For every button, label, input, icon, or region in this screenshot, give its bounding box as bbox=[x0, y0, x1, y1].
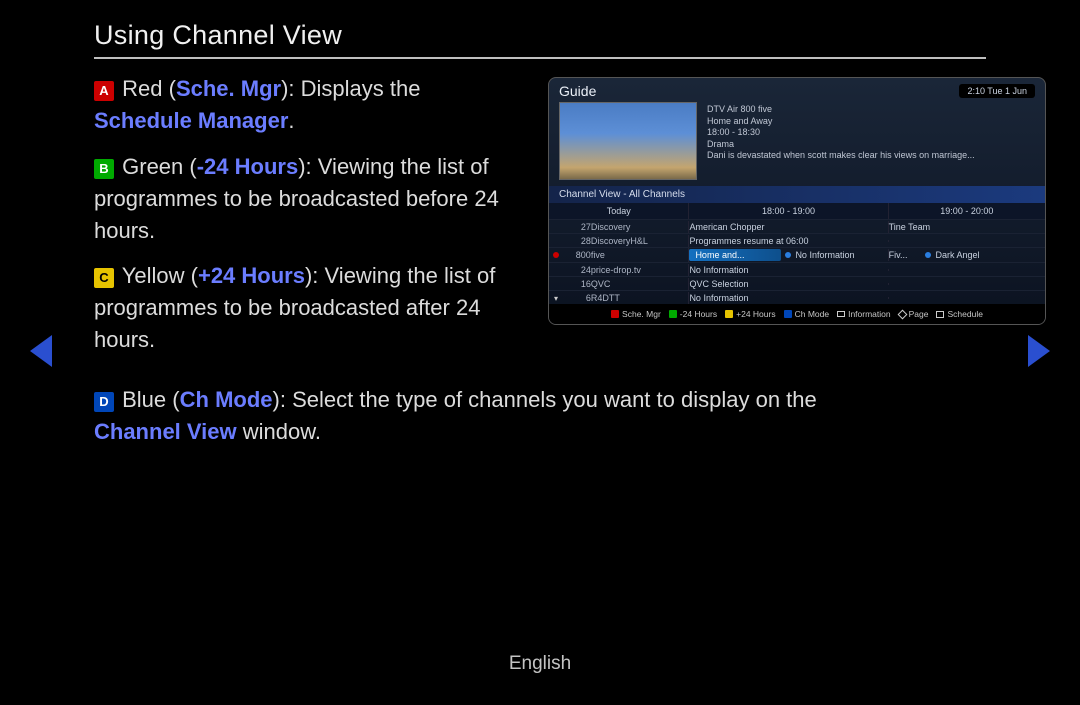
info-time: 18:00 - 18:30 bbox=[707, 127, 975, 137]
link-a: Schedule Manager bbox=[94, 108, 288, 133]
action-d: Ch Mode bbox=[180, 387, 273, 412]
page-title: Using Channel View bbox=[94, 20, 986, 59]
gf-info: Information bbox=[837, 309, 891, 319]
grid-header: Today 18:00 - 19:00 19:00 - 20:00 bbox=[549, 203, 1045, 219]
badge-c: C bbox=[94, 268, 114, 288]
grid-row[interactable]: ▾6R4DTTNo Information bbox=[549, 290, 1045, 304]
item-d: D Blue (Ch Mode): Select the type of cha… bbox=[94, 384, 854, 448]
desc-d1: Select the type of channels you want to … bbox=[292, 387, 817, 412]
color-c: Yellow bbox=[122, 263, 185, 288]
gf-a: Sche. Mgr bbox=[611, 309, 661, 319]
channelview-label: Channel View - All Channels bbox=[549, 186, 1045, 203]
gf-b: -24 Hours bbox=[669, 309, 717, 319]
desc-a1: Displays the bbox=[301, 76, 421, 101]
guide-panel: Guide 2:10 Tue 1 Jun DTV Air 800 five Ho… bbox=[548, 77, 1046, 325]
guide-title: Guide bbox=[559, 83, 596, 99]
programme-info: DTV Air 800 five Home and Away 18:00 - 1… bbox=[707, 102, 975, 180]
nav-prev-icon[interactable] bbox=[30, 335, 52, 367]
item-c: C Yellow (+24 Hours): Viewing the list o… bbox=[94, 260, 524, 356]
desc-d2: window. bbox=[237, 419, 321, 444]
item-b: B Green (-24 Hours): Viewing the list of… bbox=[94, 151, 524, 247]
action-a: Sche. Mgr bbox=[176, 76, 281, 101]
action-b: -24 Hours bbox=[197, 154, 298, 179]
color-d: Blue bbox=[122, 387, 166, 412]
gf-d: Ch Mode bbox=[784, 309, 830, 319]
grid-row[interactable]: 800fiveHome and...No InformationFiv...Da… bbox=[549, 247, 1045, 262]
gf-sched: Schedule bbox=[936, 309, 982, 319]
grid-row[interactable]: 24price-drop.tvNo Information bbox=[549, 262, 1045, 276]
footer-language: English bbox=[0, 653, 1080, 675]
info-genre: Drama bbox=[707, 139, 975, 149]
grid-row[interactable]: 27DiscoveryAmerican ChopperTine Team bbox=[549, 219, 1045, 233]
badge-a: A bbox=[94, 81, 114, 101]
info-prog: Home and Away bbox=[707, 116, 975, 126]
badge-d: D bbox=[94, 392, 114, 412]
desc-a2: . bbox=[288, 108, 294, 133]
head-t2: 19:00 - 20:00 bbox=[888, 203, 1045, 219]
gf-c: +24 Hours bbox=[725, 309, 775, 319]
guide-footer: Sche. Mgr -24 Hours +24 Hours Ch Mode In… bbox=[549, 304, 1045, 324]
nav-next-icon[interactable] bbox=[1028, 335, 1050, 367]
info-synopsis: Dani is devastated when scott makes clea… bbox=[707, 150, 975, 160]
grid-row[interactable]: 28DiscoveryH&LProgrammes resume at 06:00 bbox=[549, 233, 1045, 247]
color-b: Green bbox=[122, 154, 183, 179]
head-day: Today bbox=[549, 203, 688, 219]
grid-row[interactable]: 16QVCQVC Selection bbox=[549, 276, 1045, 290]
item-a: A Red (Sche. Mgr): Displays the Schedule… bbox=[94, 73, 524, 137]
gf-page: Page bbox=[899, 309, 929, 319]
programme-thumbnail bbox=[559, 102, 697, 180]
head-t1: 18:00 - 19:00 bbox=[688, 203, 887, 219]
info-source: DTV Air 800 five bbox=[707, 104, 975, 114]
badge-b: B bbox=[94, 159, 114, 179]
guide-clock: 2:10 Tue 1 Jun bbox=[959, 84, 1035, 98]
link-d: Channel View bbox=[94, 419, 237, 444]
action-c: +24 Hours bbox=[198, 263, 305, 288]
color-a: Red bbox=[122, 76, 162, 101]
